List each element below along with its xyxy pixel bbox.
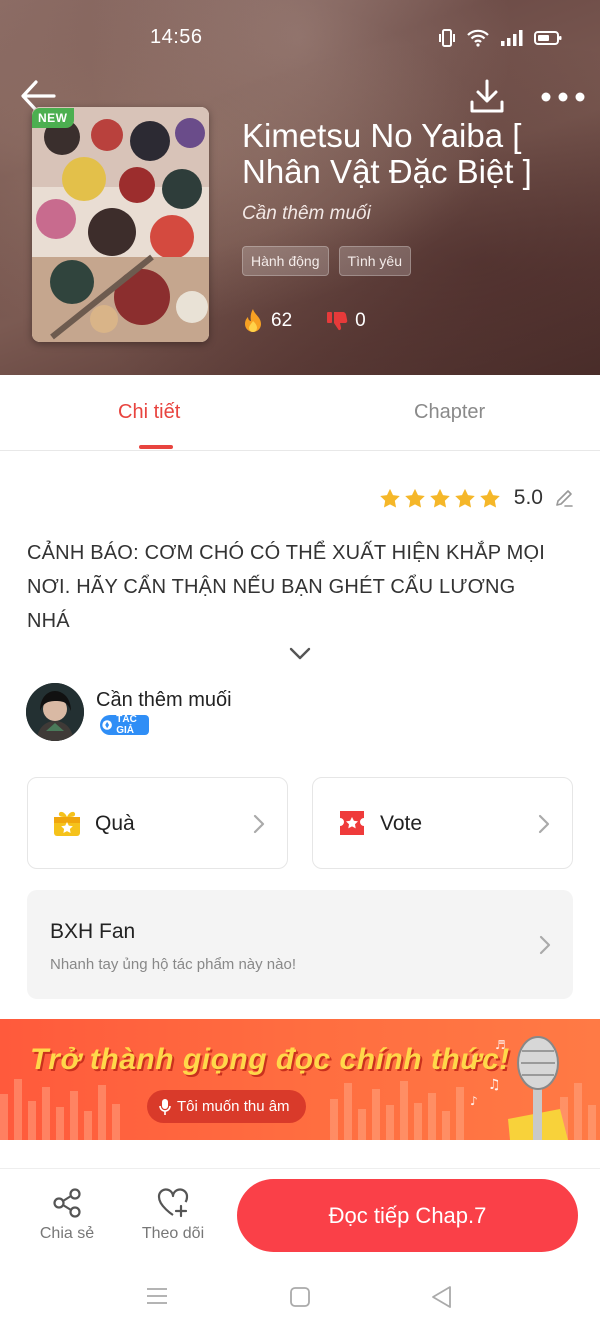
svg-text:♪: ♪ xyxy=(470,1094,478,1108)
header-author[interactable]: Cần thêm muối xyxy=(242,203,371,225)
voice-actor-banner[interactable]: ♪ ♫ ♪ ♬ Trở thành giọng đọc chính thức! … xyxy=(0,1019,600,1140)
rating-score: 5.0 xyxy=(513,486,543,509)
tag-action[interactable]: Hành động xyxy=(242,246,329,276)
gift-label: Quà xyxy=(95,812,135,835)
active-tab-indicator xyxy=(139,445,173,449)
author-name[interactable]: Cần thêm muối xyxy=(96,689,232,712)
comic-description: CẢNH BÁO: CƠM CHÓ CÓ THỂ XUẤT HIỆN KHẮP … xyxy=(27,542,546,632)
record-button-label: Tôi muốn thu âm xyxy=(177,1098,290,1115)
fan-ranking-subtitle: Nhanh tay ủng hộ tác phẩm này nào! xyxy=(50,956,297,973)
follow-label: Theo dõi xyxy=(141,1225,205,1242)
vote-ticket-icon xyxy=(340,811,364,835)
vote-label: Vote xyxy=(380,812,423,835)
genre-tags: Hành động Tình yêu xyxy=(242,246,411,276)
more-options-icon[interactable] xyxy=(540,90,586,104)
dislikes-stat[interactable]: 0 xyxy=(326,310,366,332)
gift-icon xyxy=(54,811,80,836)
back-nav-icon[interactable] xyxy=(430,1285,454,1309)
new-badge: NEW xyxy=(32,108,74,128)
vote-card[interactable]: Vote xyxy=(312,777,573,869)
status-time: 14:56 xyxy=(150,26,203,48)
menu-nav-icon[interactable] xyxy=(146,1287,168,1305)
comic-title: Kimetsu No Yaiba [ Nhân Vật Đặc Biệt ] xyxy=(242,117,532,190)
star-icon xyxy=(405,488,425,508)
chevron-right-icon xyxy=(539,935,551,955)
status-icons xyxy=(438,28,562,48)
fire-icon xyxy=(245,309,261,332)
battery-icon xyxy=(534,31,562,45)
edit-pencil-icon[interactable] xyxy=(554,488,574,508)
avatar[interactable] xyxy=(26,683,84,741)
comic-cover-image[interactable] xyxy=(32,107,209,342)
author-badge-label: TÁC GIẢ xyxy=(116,714,137,736)
record-button[interactable]: Tôi muốn thu âm xyxy=(147,1090,306,1123)
microphone-icon xyxy=(159,1098,171,1115)
chevron-down-icon[interactable] xyxy=(288,645,312,661)
thumbs-down-icon xyxy=(327,312,348,331)
follow-button[interactable]: Theo dõi xyxy=(133,1187,213,1243)
star-icon xyxy=(455,488,475,508)
likes-stat[interactable]: 62 xyxy=(242,308,292,334)
signal-icon xyxy=(501,30,523,46)
share-icon xyxy=(53,1188,81,1218)
download-icon[interactable] xyxy=(468,78,506,114)
gift-card[interactable]: Quà xyxy=(27,777,288,869)
heart-plus-icon xyxy=(157,1188,189,1218)
chevron-right-icon xyxy=(253,814,265,834)
fan-ranking-card[interactable]: BXH Fan Nhanh tay ủng hộ tác phẩm này nà… xyxy=(27,890,573,999)
tab-bar: Chi tiết Chapter xyxy=(0,375,600,451)
tab-detail[interactable]: Chi tiết xyxy=(118,401,180,424)
rating-row[interactable]: 5.0 xyxy=(379,486,574,510)
continue-reading-button[interactable]: Đọc tiếp Chap.7 xyxy=(237,1179,578,1252)
tag-romance[interactable]: Tình yêu xyxy=(338,246,411,276)
author-badge-icon xyxy=(102,720,112,730)
status-bar: 14:56 xyxy=(0,24,600,54)
fan-ranking-title: BXH Fan xyxy=(50,920,136,943)
dislikes-count: 0 xyxy=(355,310,366,331)
star-icon xyxy=(380,488,400,508)
vibrate-icon xyxy=(439,29,455,47)
home-nav-icon[interactable] xyxy=(289,1286,311,1308)
banner-slogan: Trở thành giọng đọc chính thức! xyxy=(30,1043,510,1076)
bottom-action-bar: Chia sẻ Theo dõi Đọc tiếp Chap.7 xyxy=(0,1168,600,1256)
star-icon xyxy=(430,488,450,508)
share-label: Chia sẻ xyxy=(39,1225,95,1242)
tab-chapter[interactable]: Chapter xyxy=(414,401,485,424)
reaction-stats: 62 0 xyxy=(242,308,400,334)
system-nav-bar xyxy=(0,1260,600,1333)
author-row[interactable]: Cần thêm muối TÁC GIẢ xyxy=(26,683,232,741)
header-hero: 14:56 NEW Kimetsu No Yaiba [Nhân Vật Đặ… xyxy=(0,0,600,375)
svg-text:♫: ♫ xyxy=(488,1077,501,1093)
comic-detail-page: 14:56 NEW Kimetsu No Yaiba [Nhân Vật Đặ… xyxy=(0,0,600,1333)
share-button[interactable]: Chia sẻ xyxy=(27,1187,107,1243)
star-icon xyxy=(480,488,500,508)
wifi-icon xyxy=(467,29,489,47)
equalizer-decoration: ♪ ♫ ♪ ♬ xyxy=(0,1036,596,1140)
likes-count: 62 xyxy=(271,310,293,331)
author-badge: TÁC GIẢ xyxy=(100,714,149,736)
chevron-right-icon xyxy=(538,814,550,834)
